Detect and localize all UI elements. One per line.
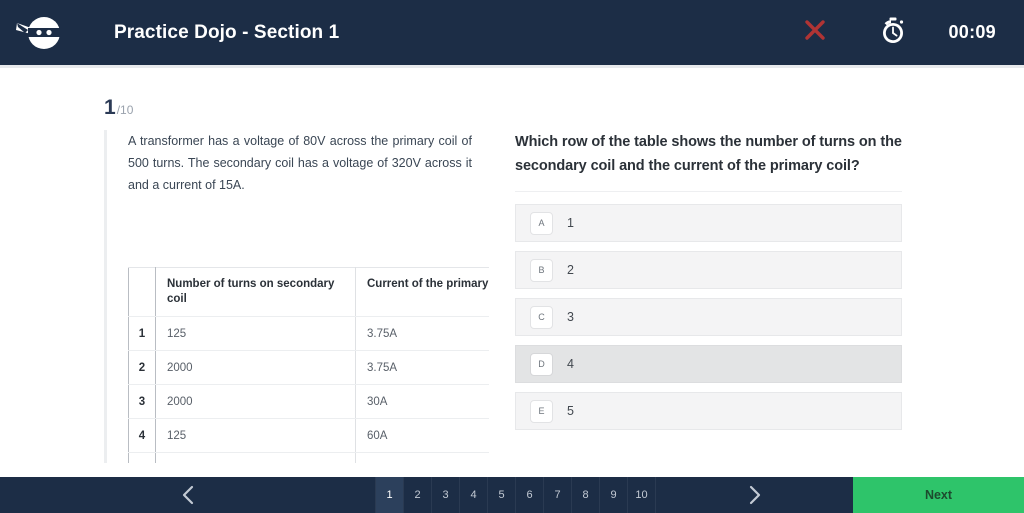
passage-text: A transformer has a voltage of 80V acros…: [128, 134, 472, 192]
answer-options: A 1 B 2 C 3 D 4 E 5: [515, 204, 902, 430]
question-total: /10: [116, 103, 134, 117]
page-title: Practice Dojo - Section 1: [114, 21, 340, 43]
table-cell-current: 60A: [355, 418, 489, 453]
logo[interactable]: [0, 0, 78, 65]
table-header-cell: Number of turns on secondary coil: [155, 267, 356, 317]
footer-navigation: 1 2 3 4 5 6 7 8 9 10 Next: [0, 477, 1024, 513]
table-cell-turns: 125: [155, 418, 356, 453]
table-cell-current: 60A: [355, 452, 489, 463]
stopwatch-button[interactable]: [864, 10, 922, 56]
table-cell-turns: 2000: [155, 452, 356, 463]
option-letter-badge: D: [530, 352, 553, 376]
chevron-left-icon: [181, 485, 195, 505]
table-cell-turns: 2000: [155, 384, 356, 419]
table-cell-index: 3: [128, 384, 156, 419]
table-cell-index: 2: [128, 350, 156, 385]
table-header-cell: Current of the primary coil: [355, 267, 489, 317]
question-counter: 1 /10: [104, 96, 133, 120]
answer-option-b[interactable]: B 2: [515, 251, 902, 289]
table-cell-index: 5: [128, 452, 156, 463]
page-button-3[interactable]: 3: [432, 477, 460, 513]
option-label: 3: [567, 310, 574, 324]
table-row: 4 125 60A: [128, 418, 489, 453]
page-button-2[interactable]: 2: [404, 477, 432, 513]
answer-option-c[interactable]: C 3: [515, 298, 902, 336]
next-button[interactable]: Next: [853, 477, 1024, 513]
close-button[interactable]: [792, 10, 838, 56]
page-button-7[interactable]: 7: [544, 477, 572, 513]
table-cell-turns: 2000: [155, 350, 356, 385]
timer-value: 00:09: [948, 22, 996, 42]
data-table-wrapper: Number of turns on secondary coil Curren…: [128, 267, 489, 463]
table-cell-index: 4: [128, 418, 156, 453]
question-number: 1: [104, 96, 116, 119]
close-x-icon: [804, 19, 826, 46]
app-header: Practice Dojo - Section 1 00:09: [0, 0, 1024, 65]
table-cell-current: 30A: [355, 384, 489, 419]
prompt-divider: [515, 191, 902, 192]
page-button-1[interactable]: 1: [375, 477, 404, 513]
page-button-6[interactable]: 6: [516, 477, 544, 513]
page-button-10[interactable]: 10: [628, 477, 656, 513]
table-cell-turns: 125: [155, 316, 356, 351]
answer-option-e[interactable]: E 5: [515, 392, 902, 430]
ninja-head-icon: [14, 13, 64, 53]
table-cell-index: 1: [128, 316, 156, 351]
answer-panel: Which row of the table shows the number …: [515, 130, 902, 439]
page-button-5[interactable]: 5: [488, 477, 516, 513]
option-label: 2: [567, 263, 574, 277]
option-label: 5: [567, 404, 574, 418]
question-content: 1 /10 A transformer has a voltage of 80V…: [0, 68, 1024, 477]
table-header-row: Number of turns on secondary coil Curren…: [128, 267, 489, 317]
option-letter-badge: B: [530, 258, 553, 282]
answer-option-a[interactable]: A 1: [515, 204, 902, 242]
page-button-9[interactable]: 9: [600, 477, 628, 513]
table-header-cell: [128, 267, 156, 317]
option-label: 4: [567, 357, 574, 371]
previous-question-button[interactable]: [0, 477, 375, 513]
option-letter-badge: A: [530, 211, 553, 235]
option-label: 1: [567, 216, 574, 230]
stimulus-panel: A transformer has a voltage of 80V acros…: [104, 130, 489, 463]
next-question-arrow-button[interactable]: [656, 477, 853, 513]
option-letter-badge: E: [530, 399, 553, 423]
page-button-4[interactable]: 4: [460, 477, 488, 513]
table-row: 3 2000 30A: [128, 384, 489, 419]
page-selector: 1 2 3 4 5 6 7 8 9 10: [375, 477, 656, 513]
option-letter-badge: C: [530, 305, 553, 329]
table-row: 2 2000 3.75A: [128, 350, 489, 385]
header-actions: 00:09: [792, 0, 1024, 65]
question-prompt: Which row of the table shows the number …: [515, 134, 902, 174]
page-button-8[interactable]: 8: [572, 477, 600, 513]
chevron-right-icon: [748, 485, 762, 505]
table-row: 5 2000 60A: [128, 452, 489, 463]
table-cell-current: 3.75A: [355, 316, 489, 351]
table-cell-current: 3.75A: [355, 350, 489, 385]
answer-option-d[interactable]: D 4: [515, 345, 902, 383]
data-table: Number of turns on secondary coil Curren…: [128, 267, 489, 463]
table-row: 1 125 3.75A: [128, 316, 489, 351]
stopwatch-icon: [880, 17, 906, 49]
